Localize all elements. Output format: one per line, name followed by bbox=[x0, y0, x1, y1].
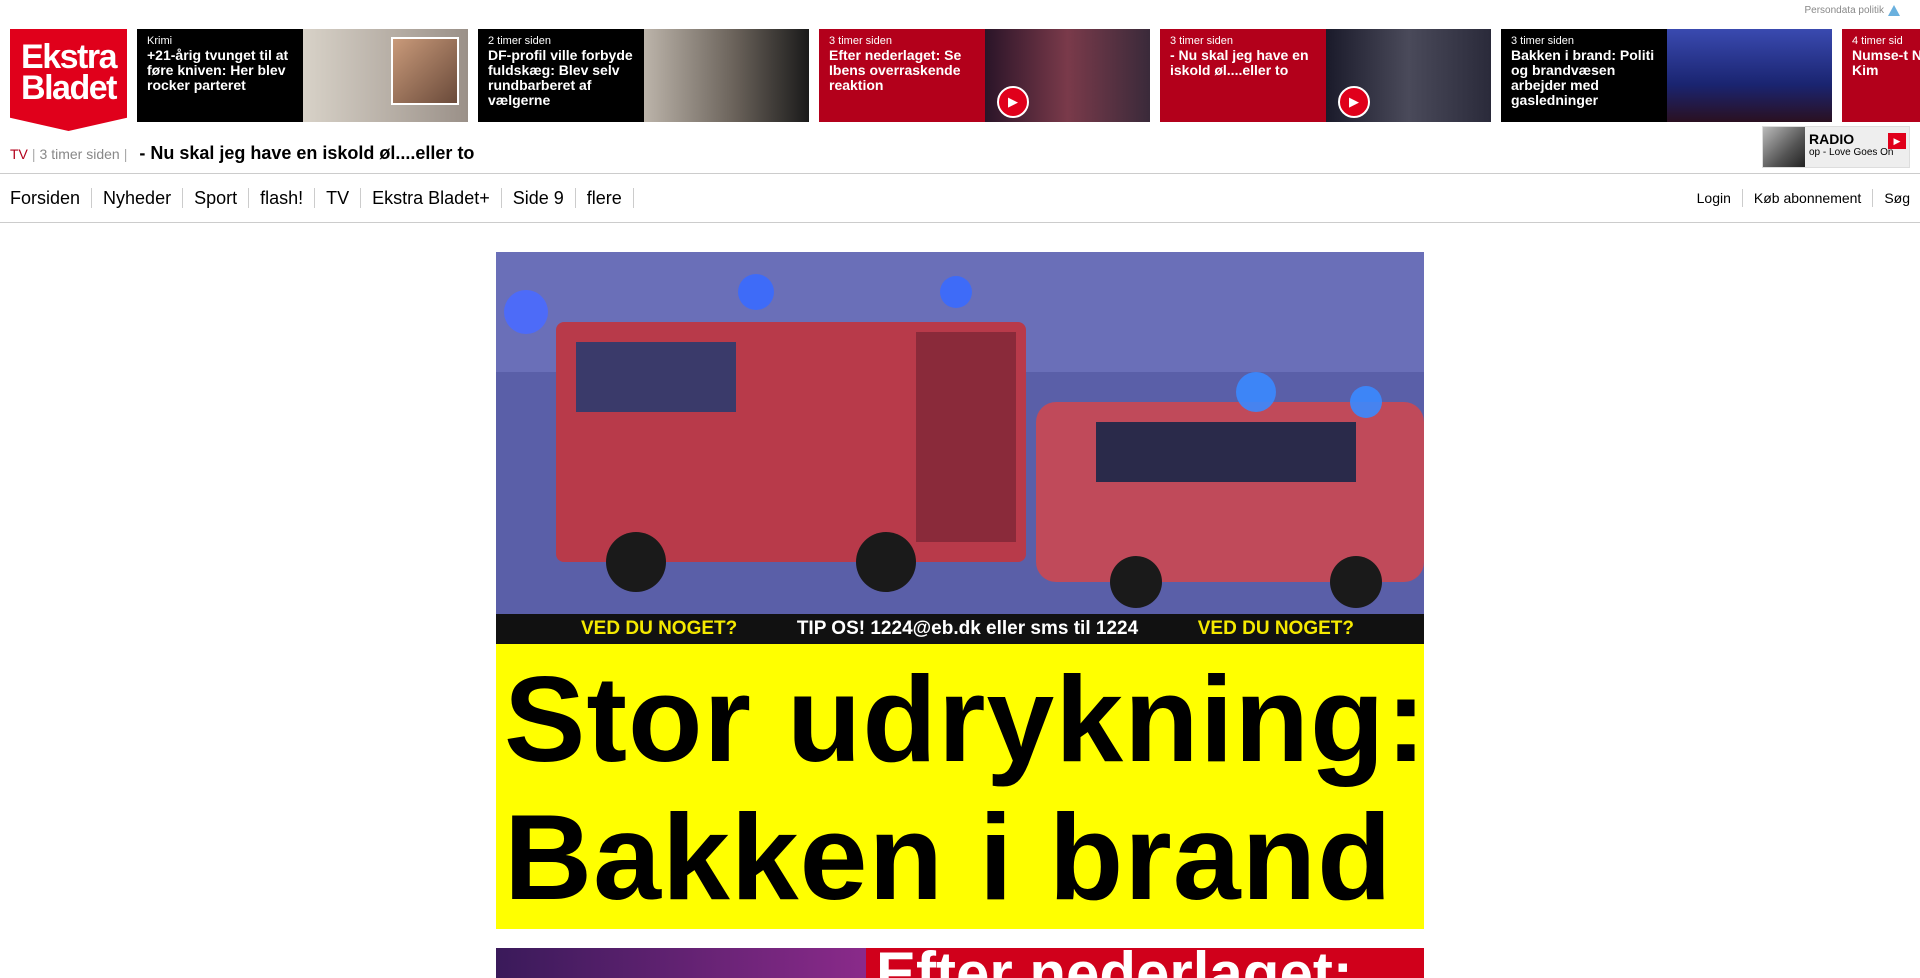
teaser-image: ▶ bbox=[985, 29, 1150, 122]
tip-banner: VED DU NOGET? TIP OS! 1224@eb.dk eller s… bbox=[496, 614, 1424, 644]
teaser-card[interactable]: 2 timer siden DF-profil ville forbyde fu… bbox=[478, 29, 809, 122]
tip-middle: TIP OS! 1224@eb.dk eller sms til 1224 bbox=[796, 618, 1139, 639]
fire-trucks-illustration bbox=[496, 252, 1424, 614]
tip-left: VED DU NOGET? bbox=[581, 618, 738, 639]
nav-forsiden[interactable]: Forsiden bbox=[10, 188, 93, 208]
teaser-image bbox=[644, 29, 809, 122]
login-link[interactable]: Login bbox=[1686, 189, 1743, 207]
teaser-image bbox=[303, 29, 468, 122]
nav-sport[interactable]: Sport bbox=[183, 188, 250, 208]
subscribe-link[interactable]: Køb abonnement bbox=[1743, 189, 1874, 207]
main-navigation: Forsiden Nyheder Sport flash! TV Ekstra … bbox=[0, 173, 1920, 223]
search-link[interactable]: Søg bbox=[1873, 189, 1910, 207]
teaser-headline: Numse-t Nedbre før Kim bbox=[1852, 47, 1920, 78]
teaser-card[interactable]: 4 timer sid Numse-t Nedbre før Kim bbox=[1842, 29, 1920, 122]
radio-play-icon[interactable]: ▶ bbox=[1888, 133, 1906, 149]
ticker-headline[interactable]: - Nu skal jeg have en iskold øl....eller… bbox=[139, 143, 474, 164]
privacy-link[interactable]: Persondata politik bbox=[1804, 5, 1900, 16]
radio-artist-image bbox=[1763, 127, 1805, 167]
teaser-headline: DF-profil ville forbyde fuldskæg: Blev s… bbox=[488, 47, 633, 108]
news-ticker[interactable]: TV | 3 timer siden | - Nu skal jeg have … bbox=[10, 143, 474, 164]
ticker-time: 3 timer siden bbox=[39, 145, 120, 162]
second-story-image bbox=[496, 948, 866, 978]
hero-image bbox=[496, 252, 1424, 614]
teaser-image: ▶ bbox=[1326, 29, 1491, 122]
nav-side-9[interactable]: Side 9 bbox=[502, 188, 576, 208]
play-icon[interactable]: ▶ bbox=[1338, 86, 1370, 118]
logo-line-2: Bladet bbox=[21, 69, 117, 107]
teaser-card[interactable]: Krimi +21-årig tvunget til at føre knive… bbox=[137, 29, 468, 122]
hero-headline-line-2: Bakken i brand bbox=[504, 789, 1393, 925]
nav-tv[interactable]: TV bbox=[315, 188, 362, 208]
nav-flash[interactable]: flash! bbox=[249, 188, 316, 208]
nav-nyheder[interactable]: Nyheder bbox=[92, 188, 184, 208]
ticker-divider: | bbox=[123, 145, 128, 162]
hero-story[interactable]: VED DU NOGET? TIP OS! 1224@eb.dk eller s… bbox=[496, 252, 1428, 929]
hero-headline[interactable]: Stor udrykning: Bakken i brand bbox=[496, 644, 1428, 929]
second-story[interactable]: Efter nederlaget: bbox=[496, 948, 1424, 978]
teaser-headline: Bakken i brand: Politi og brandvæsen arb… bbox=[1511, 47, 1655, 108]
second-story-headline: Efter nederlaget: bbox=[866, 948, 1424, 978]
teaser-headline: +21-årig tvunget til at føre kniven: Her… bbox=[147, 47, 289, 93]
privacy-label: Persondata politik bbox=[1804, 5, 1885, 16]
warning-icon bbox=[1888, 5, 1900, 16]
teaser-card[interactable]: 3 timer siden - Nu skal jeg have en isko… bbox=[1160, 29, 1491, 122]
nav-flere[interactable]: flere bbox=[576, 188, 634, 208]
radio-widget[interactable]: RADIO op - Love Goes On ▶ bbox=[1762, 126, 1910, 168]
teaser-card[interactable]: 3 timer siden Efter nederlaget: Se Ibens… bbox=[819, 29, 1150, 122]
hero-headline-line-1: Stor udrykning: bbox=[504, 651, 1428, 787]
play-icon[interactable]: ▶ bbox=[997, 86, 1029, 118]
ticker-category[interactable]: TV bbox=[10, 146, 28, 162]
tip-right: VED DU NOGET? bbox=[1197, 618, 1354, 639]
teaser-image bbox=[1667, 29, 1832, 122]
teaser-headline: Efter nederlaget: Se Ibens overraskende … bbox=[829, 47, 962, 93]
ekstra-bladet-logo[interactable]: Ekstra Bladet bbox=[10, 29, 127, 131]
nav-ekstra-bladet-plus[interactable]: Ekstra Bladet+ bbox=[361, 188, 502, 208]
teaser-strip: Krimi +21-årig tvunget til at føre knive… bbox=[137, 29, 1920, 122]
ticker-divider: | bbox=[31, 145, 36, 162]
teaser-headline: - Nu skal jeg have en iskold øl....eller… bbox=[1170, 47, 1309, 78]
teaser-card[interactable]: 3 timer siden Bakken i brand: Politi og … bbox=[1501, 29, 1832, 122]
